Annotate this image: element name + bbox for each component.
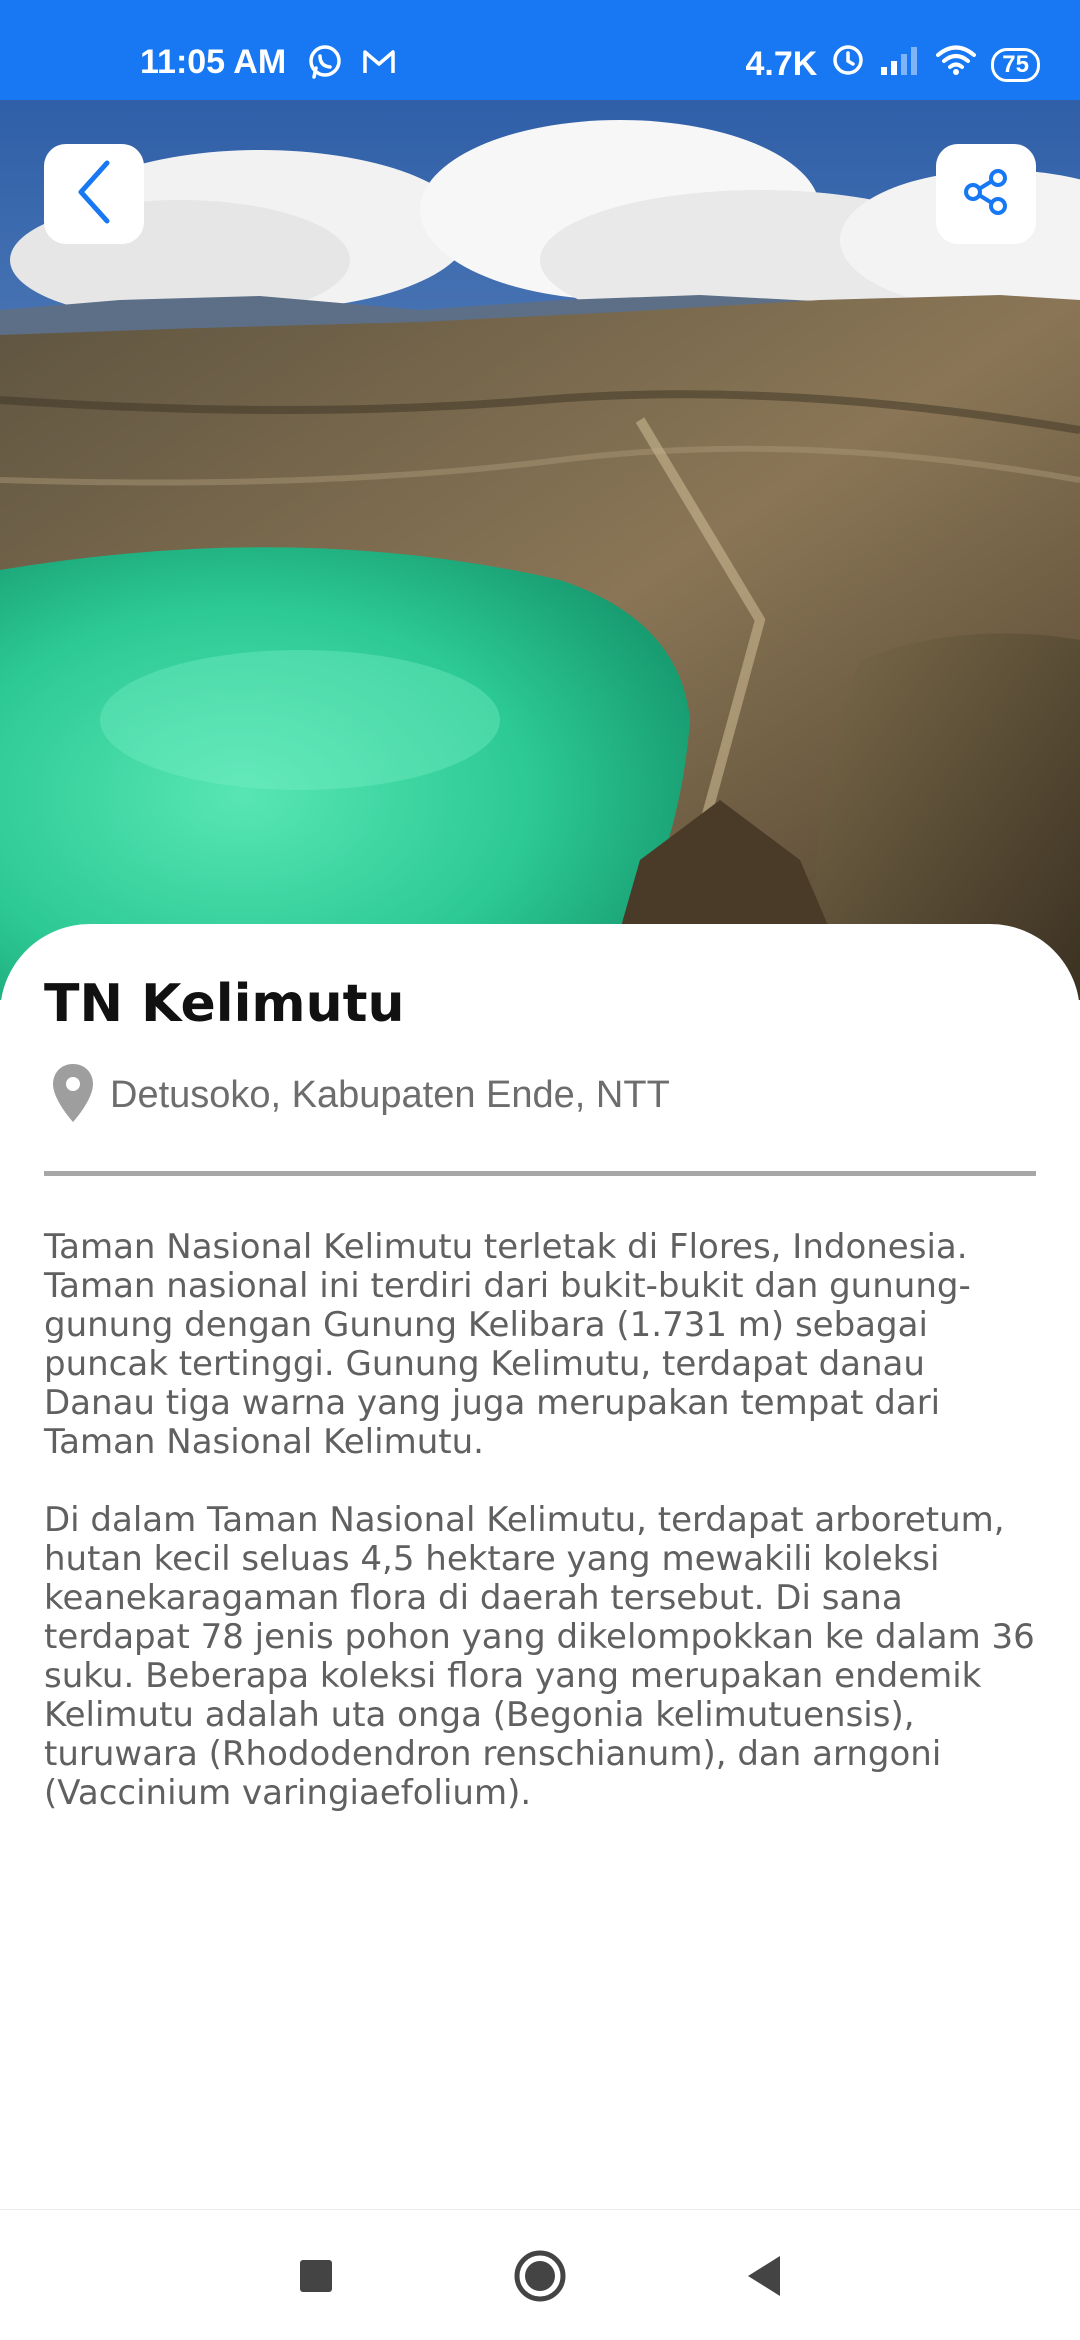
location-pin-icon xyxy=(50,1062,96,1128)
signal-icon xyxy=(879,45,921,84)
alarm-icon xyxy=(831,43,865,86)
description-paragraph: Taman Nasional Kelimutu terletak di Flor… xyxy=(44,1227,971,1462)
description-paragraph: Di dalam Taman Nasional Kelimutu, terdap… xyxy=(44,1500,1035,1813)
home-icon xyxy=(513,2249,567,2307)
notification-icons xyxy=(306,43,398,90)
whatsapp-icon xyxy=(306,43,344,90)
home-button[interactable] xyxy=(510,2248,570,2308)
description: Taman Nasional Kelimutu terletak di Flor… xyxy=(44,1228,1040,1852)
system-status: 4.7K 75 xyxy=(745,43,1040,86)
screen: 11:05 AM 4.7K 75 TN Kelimutu Detusoko, K… xyxy=(0,0,1080,2340)
share-button[interactable] xyxy=(936,144,1036,244)
status-bar: 11:05 AM 4.7K 75 xyxy=(0,0,1080,100)
navigation-bar xyxy=(0,2209,1080,2340)
detail-card: TN Kelimutu Detusoko, Kabupaten Ende, NT… xyxy=(0,924,1080,2209)
battery-icon: 75 xyxy=(991,47,1040,82)
chevron-left-icon xyxy=(69,157,119,231)
location-row: Detusoko, Kabupaten Ende, NTT xyxy=(50,1062,670,1128)
network-speed: 4.7K xyxy=(745,45,818,83)
recent-apps-icon xyxy=(299,2259,333,2297)
divider xyxy=(44,1171,1036,1176)
share-icon xyxy=(960,166,1012,222)
back-icon xyxy=(744,2254,784,2302)
gmail-icon xyxy=(360,43,398,90)
place-title: TN Kelimutu xyxy=(44,974,405,1034)
back-nav-button[interactable] xyxy=(734,2248,794,2308)
status-time: 11:05 AM xyxy=(140,43,287,81)
back-button[interactable] xyxy=(44,144,144,244)
hero-image xyxy=(0,100,1080,1000)
wifi-icon xyxy=(935,44,977,85)
location-text: Detusoko, Kabupaten Ende, NTT xyxy=(110,1073,670,1116)
recent-apps-button[interactable] xyxy=(286,2248,346,2308)
